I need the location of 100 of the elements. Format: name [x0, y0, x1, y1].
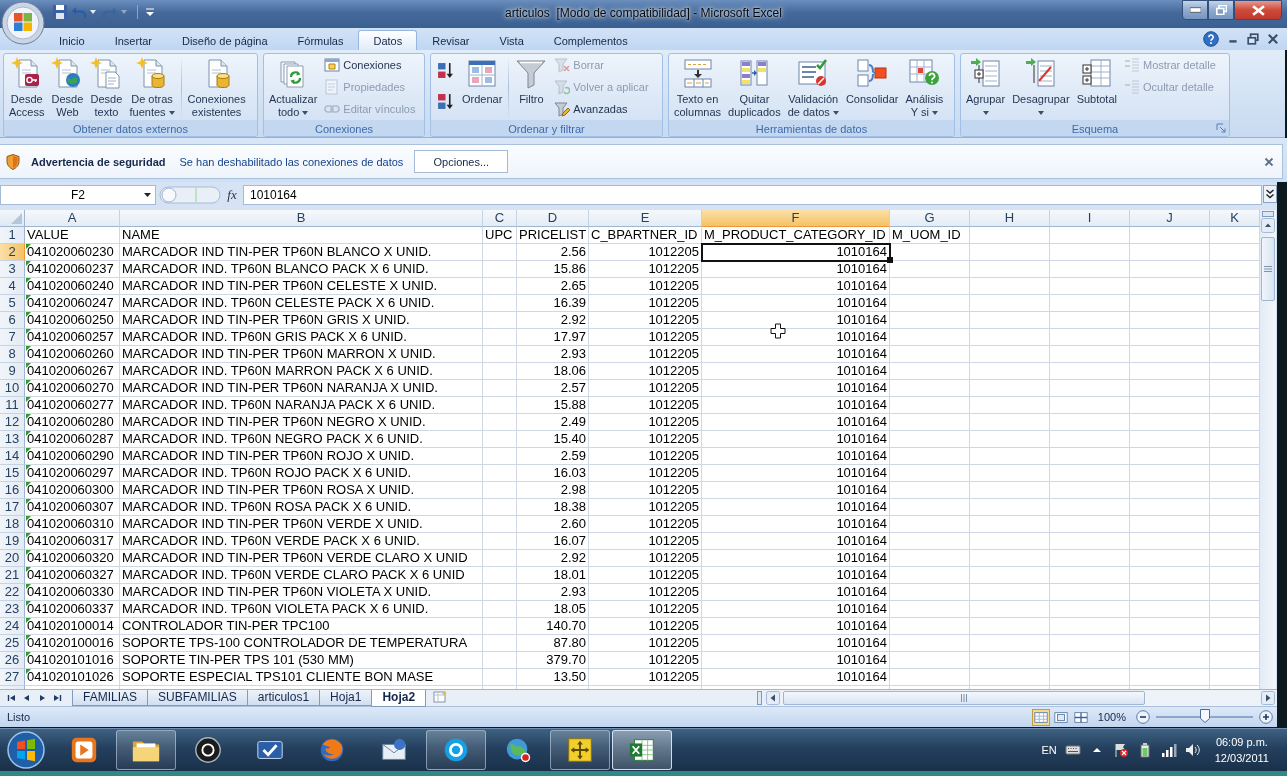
sheet-tab[interactable]: FAMILIAS — [72, 690, 149, 706]
save-icon[interactable] — [52, 4, 68, 20]
ribbon-button[interactable]: Ordenar — [459, 54, 506, 106]
ribbon-button[interactable]: Quitar duplicados — [725, 54, 784, 119]
ribbon-button[interactable]: Desagrupar — [1009, 54, 1073, 115]
column-header[interactable]: J — [1130, 210, 1210, 227]
ribbon-tab[interactable]: Revisar — [417, 30, 485, 50]
ribbon-button[interactable]: Filtro — [512, 54, 551, 106]
slider-thumb[interactable] — [1199, 709, 1210, 723]
name-box[interactable]: F2 — [0, 185, 156, 205]
ribbon-button[interactable]: Desde Access — [6, 54, 48, 119]
clock-date[interactable]: 12/03/2011 — [1214, 750, 1269, 766]
taskbar-button[interactable] — [426, 730, 486, 770]
column-header[interactable]: K — [1210, 210, 1260, 227]
taskbar-button[interactable] — [116, 730, 176, 770]
signal-icon[interactable] — [1160, 742, 1177, 758]
scrollbar-thumb[interactable] — [783, 691, 1145, 705]
error-triangle-icon[interactable] — [26, 431, 31, 436]
ribbon-button[interactable]: Desde texto — [87, 54, 126, 119]
restore-icon[interactable] — [1247, 33, 1259, 45]
ribbon-tab[interactable]: Diseño de página — [167, 30, 283, 50]
split-handle-icon[interactable] — [757, 691, 762, 705]
error-triangle-icon[interactable] — [26, 567, 31, 572]
error-triangle-icon[interactable] — [26, 601, 31, 606]
row-header[interactable]: 17 — [0, 499, 25, 516]
row-header[interactable]: 15 — [0, 465, 25, 482]
last-sheet-icon[interactable] — [52, 693, 62, 703]
row-header[interactable]: 5 — [0, 295, 25, 312]
close-icon[interactable] — [1264, 156, 1274, 167]
ribbon-button[interactable]: Consolidar — [842, 54, 902, 106]
row-header[interactable]: 13 — [0, 431, 25, 448]
row-header[interactable]: 25 — [0, 635, 25, 652]
error-triangle-icon[interactable] — [26, 516, 31, 521]
row-header[interactable]: 6 — [0, 312, 25, 329]
keyboard-icon[interactable] — [1064, 742, 1081, 758]
ribbon-button[interactable]: Conexiones existentes — [184, 54, 249, 119]
language-indicator[interactable]: EN — [1041, 744, 1057, 756]
speaker-icon[interactable] — [1184, 742, 1201, 758]
row-header[interactable]: 22 — [0, 584, 25, 601]
column-header[interactable]: B — [120, 210, 483, 227]
column-header[interactable]: E — [589, 210, 702, 227]
splitter-handle-icon[interactable] — [159, 185, 221, 205]
ribbon-button[interactable]: Texto en columnas — [671, 54, 725, 119]
row-header[interactable]: 11 — [0, 397, 25, 414]
ribbon-button[interactable]: Avanzadas — [551, 98, 652, 120]
taskbar-button[interactable] — [550, 730, 610, 770]
error-triangle-icon[interactable] — [26, 312, 31, 317]
column-header[interactable]: F — [702, 210, 890, 227]
error-triangle-icon[interactable] — [26, 244, 31, 249]
column-header[interactable]: D — [517, 210, 589, 227]
row-header[interactable]: 18 — [0, 516, 25, 533]
error-triangle-icon[interactable] — [26, 635, 31, 640]
row-header[interactable]: 16 — [0, 482, 25, 499]
error-triangle-icon[interactable] — [26, 363, 31, 368]
zoom-in-icon[interactable] — [1259, 710, 1273, 724]
error-triangle-icon[interactable] — [26, 669, 31, 674]
sheet-tab[interactable]: articulos1 — [246, 690, 321, 706]
error-triangle-icon[interactable] — [26, 397, 31, 402]
column-header[interactable]: G — [890, 210, 970, 227]
previous-sheet-icon[interactable] — [22, 693, 32, 703]
error-triangle-icon[interactable] — [26, 261, 31, 266]
ribbon-tab[interactable]: Fórmulas — [282, 30, 359, 50]
ribbon-button[interactable]: De otras fuentes — [126, 54, 178, 119]
error-triangle-icon[interactable] — [26, 295, 31, 300]
scroll-up-icon[interactable] — [1261, 218, 1275, 233]
ribbon-button[interactable]: Subtotal — [1073, 54, 1120, 106]
restore-button[interactable] — [1208, 0, 1234, 20]
help-icon[interactable] — [1203, 31, 1219, 47]
sheet-tab[interactable]: SUBFAMILIAS — [147, 690, 248, 706]
sort-ascending-icon[interactable] — [437, 62, 454, 79]
row-header[interactable]: 24 — [0, 618, 25, 635]
scrollbar-thumb[interactable] — [1261, 237, 1275, 301]
row-header[interactable]: 19 — [0, 533, 25, 550]
caret-icon[interactable] — [144, 193, 151, 197]
customize-icon[interactable] — [145, 7, 155, 17]
row-header[interactable]: 26 — [0, 652, 25, 669]
error-triangle-icon[interactable] — [26, 414, 31, 419]
error-triangle-icon[interactable] — [26, 465, 31, 470]
insert-function-button[interactable]: fx — [223, 185, 241, 205]
ribbon-tab[interactable]: Vista — [484, 30, 539, 50]
sheet-tab[interactable]: Hoja1 — [319, 690, 373, 706]
zoom-level[interactable]: 100% — [1097, 711, 1126, 723]
row-header[interactable]: 20 — [0, 550, 25, 567]
ribbon-button[interactable]: Agrupar — [963, 54, 1009, 115]
column-header[interactable]: C — [483, 210, 517, 227]
ribbon-tab[interactable]: Datos — [358, 30, 418, 50]
error-triangle-icon[interactable] — [26, 278, 31, 283]
sheet-tab[interactable]: Hoja2 — [371, 690, 427, 707]
row-header[interactable]: 14 — [0, 448, 25, 465]
column-header[interactable]: H — [970, 210, 1050, 227]
formula-field[interactable]: 1010164 — [243, 185, 1262, 205]
ribbon-button[interactable]: Validación de datos — [784, 54, 842, 119]
ribbon-tab[interactable]: Insertar — [99, 30, 167, 50]
error-triangle-icon[interactable] — [26, 652, 31, 657]
row-header[interactable]: 27 — [0, 669, 25, 686]
row-header[interactable]: 2 — [0, 244, 25, 261]
row-header[interactable]: 12 — [0, 414, 25, 431]
options-button[interactable]: Opciones... — [414, 150, 509, 173]
row-header[interactable]: 4 — [0, 278, 25, 295]
close-icon[interactable] — [1267, 33, 1279, 45]
